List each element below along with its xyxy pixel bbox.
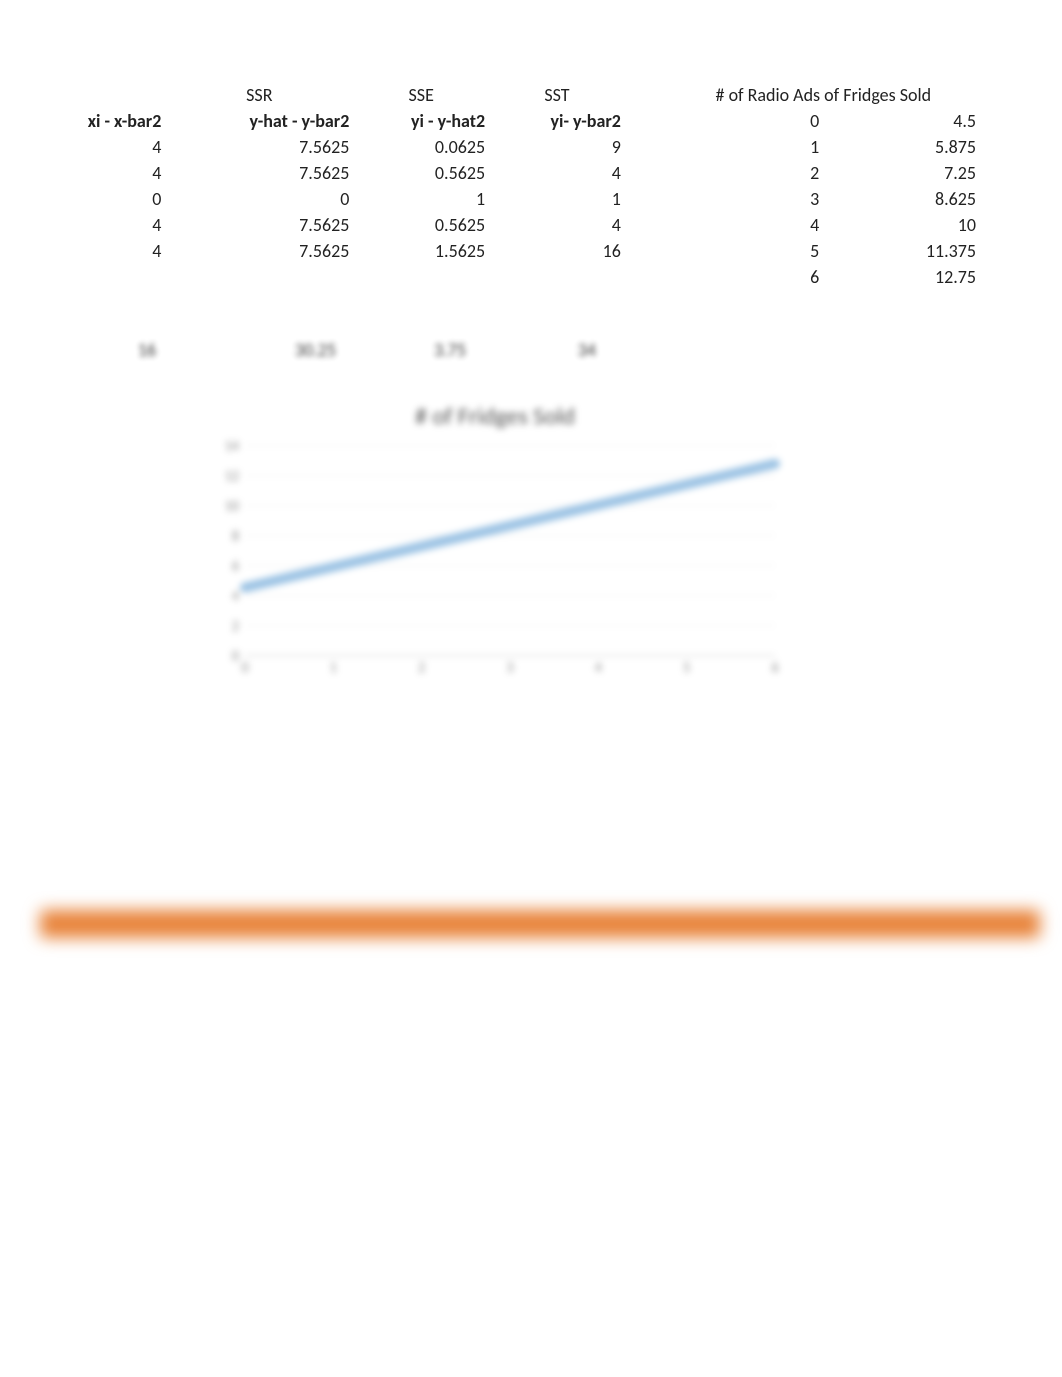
cell-xi: 4: [40, 134, 165, 160]
header-gap: [625, 82, 667, 108]
cell-fridges: 12.75: [823, 264, 980, 290]
table: SSR SSE SST # of Radio Ads of Fridges So…: [40, 82, 980, 290]
cell-yhat: 7.5625: [165, 212, 353, 238]
cell-xi: 4: [40, 212, 165, 238]
cell-yi-ybar: 9: [489, 134, 625, 160]
cell-fridges: 8.625: [823, 186, 980, 212]
cell-radio: 5: [667, 238, 824, 264]
cell-fridges: 10: [823, 212, 980, 238]
cell-radio: 3: [667, 186, 824, 212]
x-tick: 5: [683, 659, 690, 676]
orange-bar: [40, 910, 1040, 938]
orange-divider: [40, 900, 1040, 950]
y-tick: 8: [232, 527, 239, 544]
y-tick: 6: [232, 557, 239, 574]
cell-yi-yhat: 0.5625: [353, 212, 489, 238]
cell-fridges: 5.875: [823, 134, 980, 160]
cell-radio: 4: [667, 212, 824, 238]
chart-title: # of Fridges Sold: [185, 390, 805, 431]
header-row-1: SSR SSE SST # of Radio Ads of Fridges So…: [40, 82, 980, 108]
header-yi-ybar: yi- y-bar2: [489, 108, 625, 134]
y-tick: 0: [232, 648, 239, 665]
total-yi-ybar: 34: [470, 337, 600, 363]
header-overlap-text: # of Radio Ads of Fridges Sold: [667, 84, 980, 106]
cell-radio: 1: [667, 134, 824, 160]
cell-fridges: 7.25: [823, 160, 980, 186]
cell-yi-yhat: 0.0625: [353, 134, 489, 160]
cell-yi-yhat: 1.5625: [353, 238, 489, 264]
x-tick: 0: [241, 659, 248, 676]
header-yi-yhat: yi - y-hat2: [353, 108, 489, 134]
cell-radio: 2: [667, 160, 824, 186]
fridges-chart: # of Fridges Sold 14 12 10 8 6 4 2 0 0 1…: [185, 390, 805, 700]
chart-series-line: [245, 464, 775, 588]
y-tick: 4: [232, 587, 239, 604]
x-tick: 4: [595, 659, 602, 676]
cell-xi: 4: [40, 238, 165, 264]
header-blank: [40, 82, 165, 108]
cell-xi: 4: [40, 160, 165, 186]
x-tick: 1: [330, 659, 337, 676]
cell-fridges-0: 4.5: [823, 108, 980, 134]
header-yhat: y-hat - y-bar2: [165, 108, 353, 134]
cell-fridges: 11.375: [823, 238, 980, 264]
chart-line-svg: [245, 445, 775, 655]
cell-yhat: 0: [165, 186, 353, 212]
y-tick: 14: [225, 438, 239, 455]
cell-yi-ybar: 4: [489, 160, 625, 186]
cell-yi-ybar: 1: [489, 186, 625, 212]
total-yi-yhat: 3.75: [340, 337, 470, 363]
y-tick: 10: [225, 497, 239, 514]
cell-yhat: 7.5625: [165, 238, 353, 264]
table-row: 4 7.5625 0.5625 4 2 7.25: [40, 160, 980, 186]
header-ssr: SSR: [165, 82, 353, 108]
cell-yhat: 7.5625: [165, 160, 353, 186]
table-row: 0 0 1 1 3 8.625: [40, 186, 980, 212]
x-tick: 3: [506, 659, 513, 676]
x-tick: 2: [418, 659, 425, 676]
header-radio-fridges: # of Radio Ads of Fridges Sold XX: [667, 82, 980, 108]
totals-row: 16 30.25 3.75 34: [40, 337, 660, 363]
stats-table: SSR SSE SST # of Radio Ads of Fridges So…: [40, 82, 980, 290]
total-yhat: 30.25: [160, 337, 340, 363]
table-row: 4 7.5625 0.5625 4 4 10: [40, 212, 980, 238]
cell-yi-yhat: 1: [353, 186, 489, 212]
table-row: 4 7.5625 1.5625 16 5 11.375: [40, 238, 980, 264]
header-gap2: [625, 108, 667, 134]
y-tick: 12: [225, 467, 239, 484]
header-xi: xi - x-bar2: [40, 108, 165, 134]
total-xi: 16: [40, 337, 160, 363]
header-row-2: xi - x-bar2 y-hat - y-bar2 yi - y-hat2 y…: [40, 108, 980, 134]
cell-yi-ybar: 4: [489, 212, 625, 238]
header-sst: SST: [489, 82, 625, 108]
cell-yi-ybar: 16: [489, 238, 625, 264]
table-row: 6 12.75: [40, 264, 980, 290]
cell-yi-yhat: 0.5625: [353, 160, 489, 186]
cell-yhat: 7.5625: [165, 134, 353, 160]
cell-radio-0: 0: [667, 108, 824, 134]
table-row: 4 7.5625 0.0625 9 1 5.875: [40, 134, 980, 160]
cell-radio: 6: [667, 264, 824, 290]
cell-xi: 0: [40, 186, 165, 212]
x-tick: 6: [771, 659, 778, 676]
y-tick: 2: [232, 617, 239, 634]
header-sse: SSE: [353, 82, 489, 108]
